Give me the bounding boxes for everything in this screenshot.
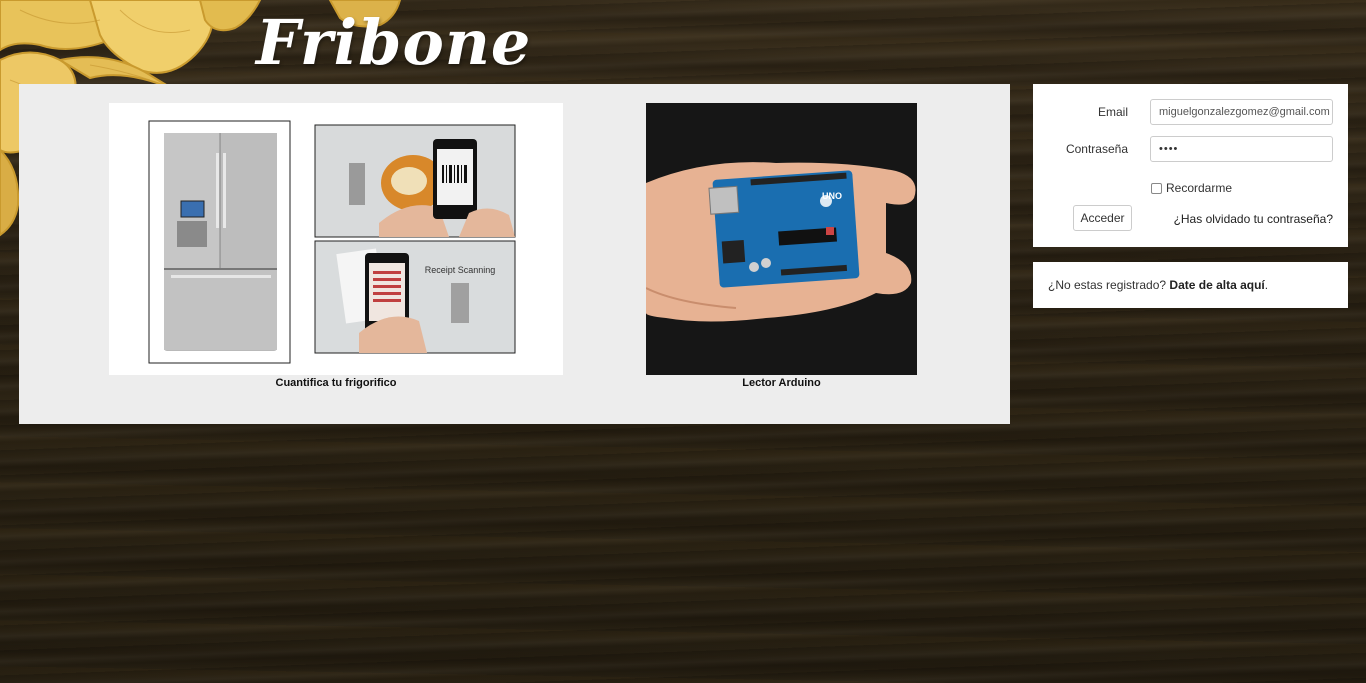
- password-field[interactable]: ••••: [1150, 136, 1333, 162]
- register-suffix: .: [1264, 278, 1269, 292]
- gallery-caption-fridge: Cuantifica tu frigorifico: [275, 377, 397, 389]
- brand-logo[interactable]: Fribone: [256, 6, 531, 79]
- forgot-password-link[interactable]: ¿Has olvidado tu contraseña?: [1174, 212, 1333, 226]
- fridge-image[interactable]: Receipt Scanning: [109, 103, 563, 375]
- fridge-illustration: Receipt Scanning: [148, 120, 516, 364]
- arduino-image[interactable]: UNO: [646, 103, 917, 375]
- arduino-illustration: UNO: [646, 103, 917, 375]
- login-submit-button[interactable]: Acceder: [1073, 205, 1132, 231]
- gallery-card-fridge[interactable]: Receipt Scanning Cuantifica tu frigorifi…: [109, 103, 563, 389]
- remember-me-label: Recordarme: [1166, 181, 1233, 195]
- register-prompt: ¿No estas registrado?: [1048, 278, 1167, 292]
- email-label: Email: [1097, 105, 1128, 119]
- remember-me-checkbox[interactable]: Recordarme: [1151, 181, 1232, 195]
- password-label: Contraseña: [1065, 142, 1128, 156]
- register-panel: ¿No estas registrado? Date de alta aquí.: [1033, 262, 1348, 308]
- gallery-card-arduino[interactable]: UNO Lector Arduino: [646, 103, 917, 389]
- receipt-scanning-label: Receipt Scanning: [425, 265, 496, 275]
- checkbox-icon[interactable]: [1151, 182, 1162, 194]
- arduino-uno-label: UNO: [822, 191, 842, 201]
- login-panel: Email miguelgonzalezgomez@gmail.com Cont…: [1033, 84, 1348, 247]
- register-link[interactable]: Date de alta aquí: [1169, 278, 1264, 292]
- email-field[interactable]: miguelgonzalezgomez@gmail.com: [1150, 99, 1333, 125]
- gallery-caption-arduino: Lector Arduino: [742, 377, 821, 389]
- feature-gallery: Receipt Scanning Cuantifica tu frigorifi…: [19, 84, 1010, 424]
